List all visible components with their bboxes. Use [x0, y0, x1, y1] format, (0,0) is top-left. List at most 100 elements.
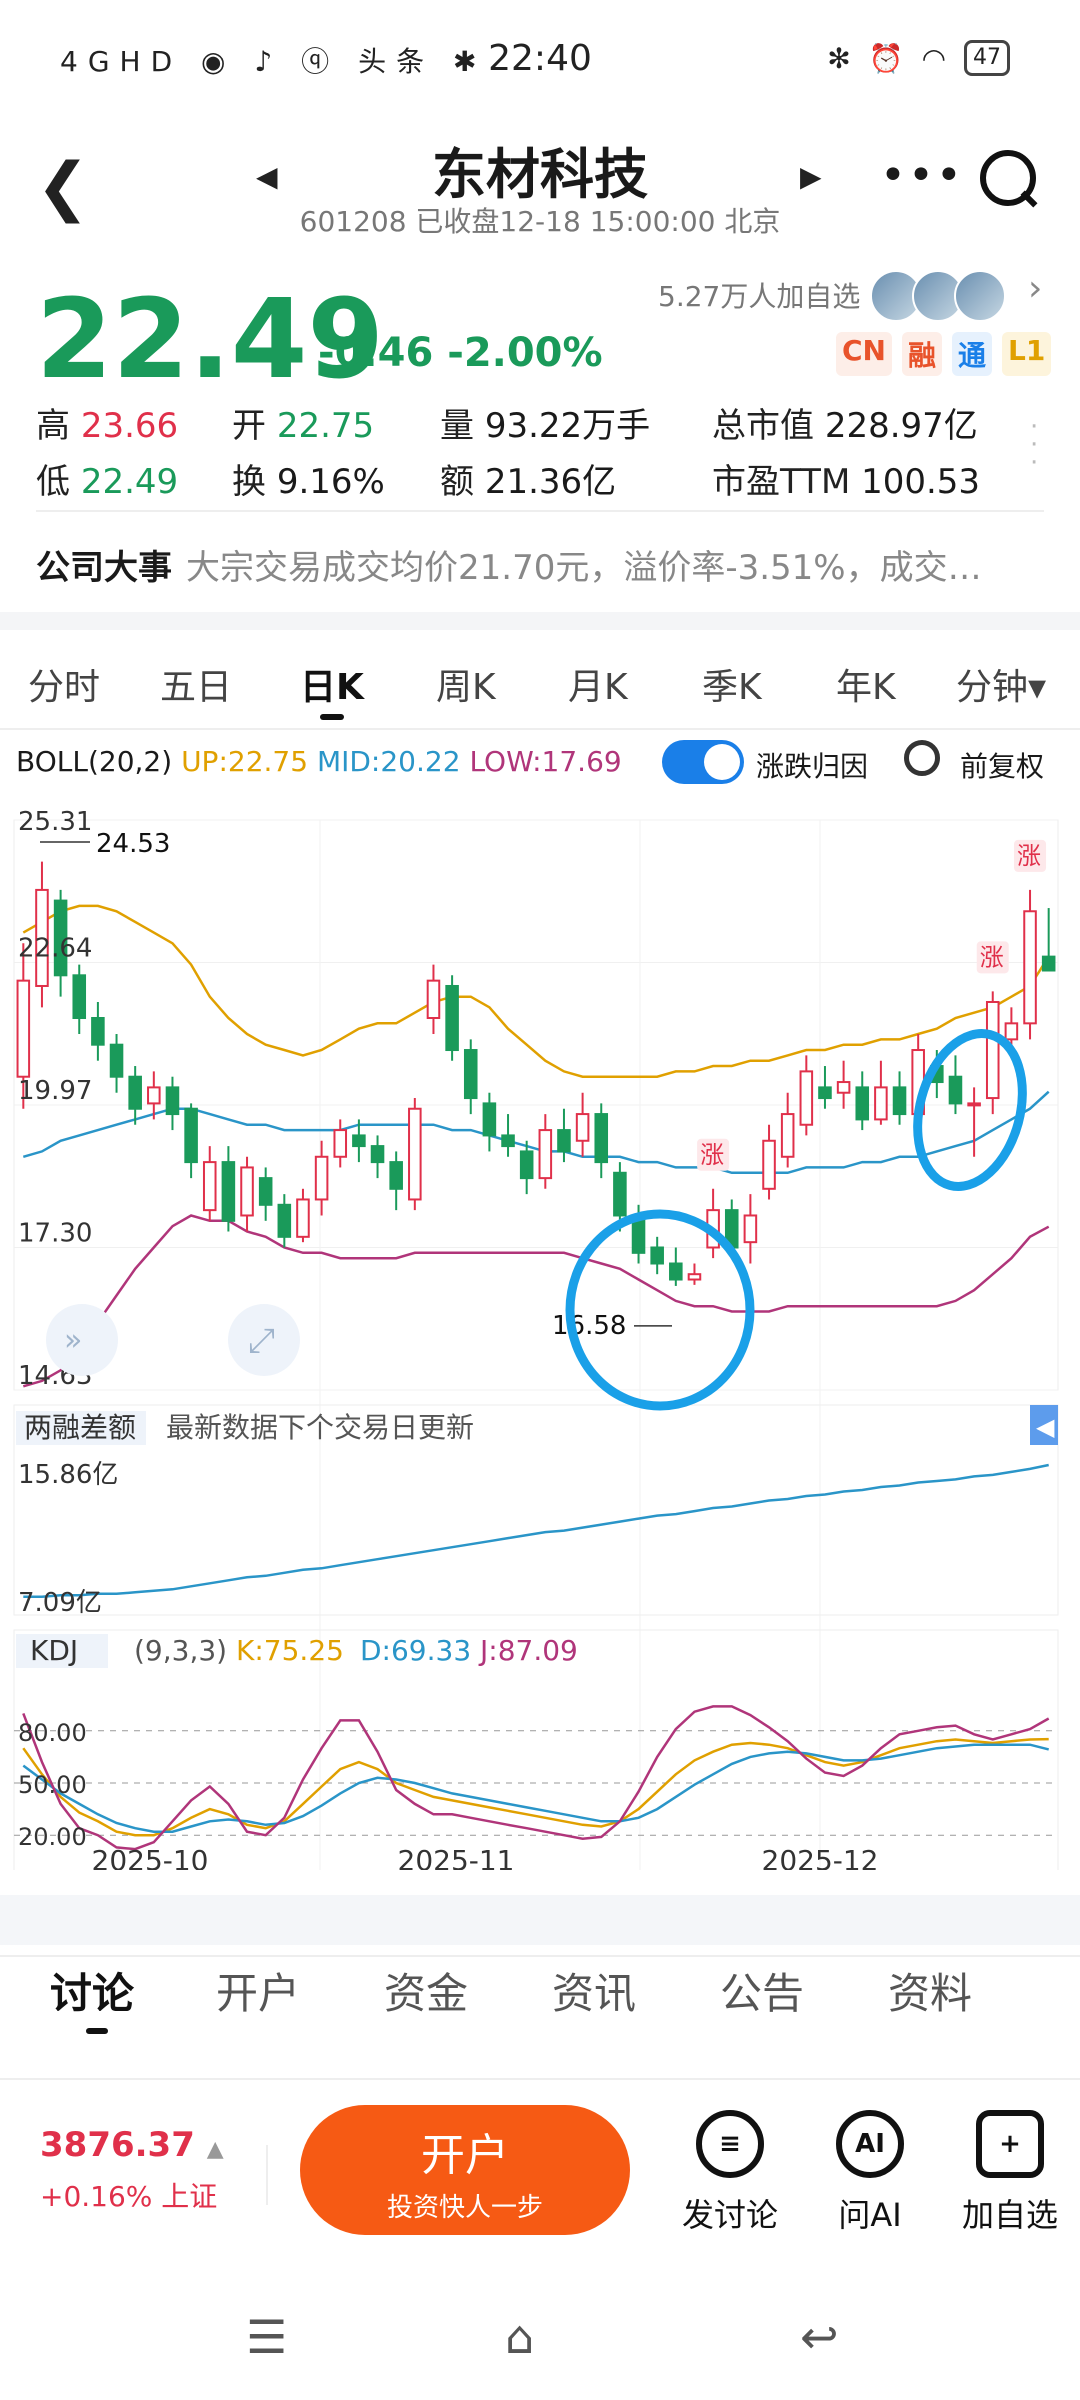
candle-body — [277, 1203, 292, 1238]
tab-info-3[interactable]: 资讯 — [552, 1960, 636, 2021]
candle-body — [650, 1246, 664, 1265]
stock-header: ❮ ◀ 东材科技 601208 已收盘12-18 15:00:00 北京 ▶ •… — [0, 120, 1080, 250]
tab-chart-0[interactable]: 分时 — [28, 658, 100, 710]
divider — [0, 728, 1080, 730]
attribution-label: 涨跌归因 — [756, 750, 869, 783]
attribution-toggle[interactable] — [662, 740, 744, 784]
candle-body — [613, 1171, 627, 1217]
candle-body — [1041, 955, 1056, 972]
y-tick-label: 22.64 — [18, 934, 92, 964]
tab-info-1[interactable]: 开户 — [216, 1960, 300, 2021]
tab-info-2[interactable]: 资金 — [384, 1960, 468, 2021]
menu-icon[interactable]: ☰ — [246, 2310, 287, 2364]
candle-body — [445, 984, 459, 1052]
home-icon[interactable]: ⌂ — [505, 2310, 534, 2364]
pe-label: 市盈TTM — [712, 462, 851, 502]
x-tick-label: 2025-10 — [92, 1844, 209, 1870]
settings-gear-icon[interactable] — [904, 740, 940, 776]
info-tabs: 讨论 开户 资金 资讯 公告 资料 — [0, 1960, 1080, 2040]
low-label: 低 — [36, 462, 70, 502]
expand-icon: ⤢ — [248, 1321, 275, 1361]
tab-info-4[interactable]: 公告 — [720, 1960, 804, 2021]
tab-chart-6[interactable]: 年K — [836, 658, 896, 710]
search-icon[interactable] — [980, 150, 1036, 206]
tab-chart-5[interactable]: 季K — [702, 658, 762, 710]
kdj-name: KDJ — [30, 1634, 78, 1667]
back-icon[interactable]: ↩ — [800, 2310, 839, 2364]
candle-body — [426, 979, 441, 1020]
candle-body — [669, 1262, 683, 1281]
ask-ai-button[interactable]: AI 问AI — [810, 2110, 930, 2236]
boll-up: UP:22.75 — [181, 745, 309, 778]
more-icon[interactable]: ••• — [880, 150, 964, 201]
badge-通[interactable]: 通 — [952, 332, 993, 376]
event-label: 公司大事 — [36, 548, 172, 588]
action-label: 加自选 — [961, 2196, 1058, 2234]
kline-chart[interactable]: 25.3122.6419.9717.3014.6324.5316.58涨涨涨» ⤢… — [0, 800, 1080, 1870]
high-label: 高 — [36, 406, 70, 446]
status-right-icons: ✻ ⏰ ◠ 47 — [827, 40, 1010, 76]
candle-body — [109, 1043, 124, 1078]
candle-body — [258, 1177, 273, 1206]
candle-body — [948, 1075, 963, 1105]
double-chevron-icon: » — [64, 1323, 82, 1358]
rise-marker-label: 涨 — [980, 943, 1004, 971]
add-icon: + — [976, 2110, 1044, 2178]
candle-body — [333, 1129, 348, 1158]
candle-body — [389, 1161, 403, 1190]
tab-chart-4[interactable]: 月K — [568, 658, 628, 710]
tab-info-5[interactable]: 资料 — [888, 1960, 972, 2021]
boll-mid: MID:20.22 — [316, 745, 461, 778]
event-text: 大宗交易成交均价21.70元，溢价率-3.51%，成交… — [186, 548, 982, 588]
tab-chart-1[interactable]: 五日 — [160, 658, 232, 710]
badge-cn[interactable]: CN — [836, 332, 892, 376]
market-badges: CN 融通 L1 — [836, 332, 1052, 376]
followers-count[interactable]: 5.27万人加自选 — [658, 275, 860, 315]
x-tick-label: 2025-12 — [762, 1844, 879, 1870]
open-account-button[interactable]: 开户 投资快人一步 — [300, 2105, 630, 2235]
section-divider — [0, 1895, 1080, 1945]
candle-body — [985, 1000, 1000, 1100]
y-tick-label: 19.97 — [18, 1076, 92, 1106]
next-stock-icon[interactable]: ▶ — [800, 160, 822, 193]
index-change: +0.16% 上证 — [40, 2180, 218, 2213]
adjust-label[interactable]: 前复权 — [960, 745, 1044, 785]
cta-subtitle: 投资快人一步 — [386, 2193, 543, 2223]
badge-l1[interactable]: L1 — [1002, 332, 1052, 376]
post-discussion-button[interactable]: ≡ 发讨论 — [670, 2110, 790, 2236]
open-label: 开 — [232, 406, 266, 446]
alarm-icon: ⏰ — [868, 41, 904, 75]
margin-title: 两融差额 — [24, 1411, 136, 1444]
candle-body — [165, 1086, 180, 1116]
highlight-circle — [913, 1029, 1027, 1191]
candle-body — [221, 1161, 236, 1222]
tab-info-0[interactable]: 讨论 — [50, 1960, 134, 2034]
tab-chart-2[interactable]: 日K — [300, 658, 364, 720]
follower-avatars[interactable] — [870, 270, 1006, 322]
add-watchlist-button[interactable]: + 加自选 — [950, 2110, 1070, 2236]
candle-body — [799, 1070, 814, 1126]
amount-value: 21.36亿 — [484, 462, 617, 502]
expand-dots-icon[interactable]: · · · — [1030, 414, 1038, 476]
chevron-right-icon[interactable]: › — [1028, 268, 1042, 309]
boll-low: LOW:17.69 — [469, 745, 622, 778]
candle-body — [557, 1129, 571, 1153]
margin-top-label: 15.86亿 — [18, 1460, 118, 1490]
tab-chart-7[interactable]: 分钟▾ — [956, 658, 1046, 710]
triangle-up-icon: ▲ — [206, 2137, 224, 2162]
turnover-label: 换 — [232, 462, 266, 502]
x-tick-label: 2025-11 — [398, 1844, 515, 1870]
market-index[interactable]: 3876.37 ▲ +0.16% 上证 — [40, 2125, 224, 2215]
tab-chart-3[interactable]: 周K — [436, 658, 496, 710]
badge-融[interactable]: 融 — [901, 332, 942, 376]
candle-body — [855, 1086, 870, 1121]
boll-up-line — [22, 904, 1050, 1078]
kdj-d-line — [22, 1743, 1050, 1833]
index-value: 3876.37 — [40, 2125, 195, 2165]
kdj-d-value: D:69.33 — [360, 1634, 471, 1667]
company-event[interactable]: 公司大事 大宗交易成交均价21.70元，溢价率-3.51%，成交… — [36, 540, 1036, 589]
action-label: 问AI — [838, 2196, 902, 2234]
candle-body — [594, 1113, 609, 1164]
boll-indicator-row[interactable]: BOLL(20,2) UP:22.75 MID:20.22 LOW:17.69 — [16, 745, 622, 778]
avatar — [954, 270, 1006, 322]
